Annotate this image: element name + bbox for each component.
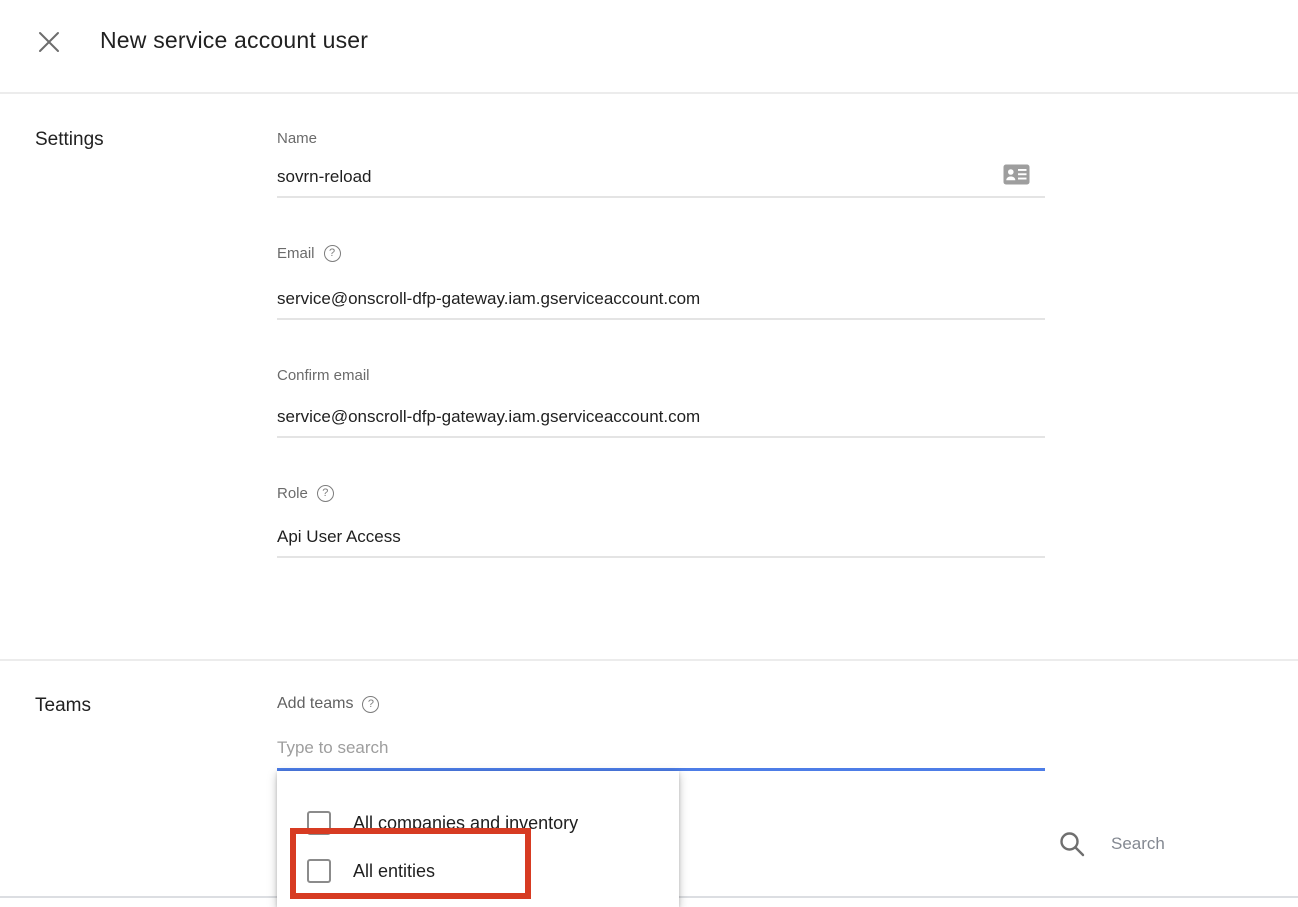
confirm-email-field-label: Confirm email [277,367,370,384]
email-help-icon[interactable]: ? [324,245,341,262]
dropdown-option-label: All entities [353,861,435,882]
add-teams-help-icon[interactable]: ? [362,696,379,713]
role-input[interactable] [277,518,1045,558]
settings-section-heading: Settings [35,129,104,151]
name-field-label: Name [277,130,317,147]
search-icon [1058,830,1086,858]
new-service-account-user-dialog: New service account user Settings Name E… [0,0,1298,907]
name-input[interactable] [277,158,1045,198]
add-teams-label: Add teams [277,695,353,713]
teams-section-heading: Teams [35,695,91,717]
close-button[interactable] [34,27,64,57]
contact-card-icon[interactable] [1003,164,1030,185]
email-field-label: Email [277,245,315,262]
page-title: New service account user [100,27,368,54]
teams-dropdown: All companies and inventory All entities [277,771,679,907]
close-icon [36,29,62,55]
footer-search-label: Search [1111,834,1165,854]
checkbox-all-entities[interactable] [307,859,331,883]
email-input[interactable] [277,280,1045,320]
checkbox-all-companies[interactable] [307,811,331,835]
footer-search[interactable]: Search [1058,830,1165,858]
role-field-label: Role [277,485,308,502]
dropdown-option-all-entities[interactable]: All entities [277,851,679,891]
confirm-email-input[interactable] [277,398,1045,438]
dropdown-option-label: All companies and inventory [353,813,578,834]
team-search-input[interactable] [277,730,1045,766]
header-divider [0,92,1298,94]
dropdown-option-all-companies[interactable]: All companies and inventory [277,803,679,843]
role-help-icon[interactable]: ? [317,485,334,502]
section-divider [0,659,1298,661]
